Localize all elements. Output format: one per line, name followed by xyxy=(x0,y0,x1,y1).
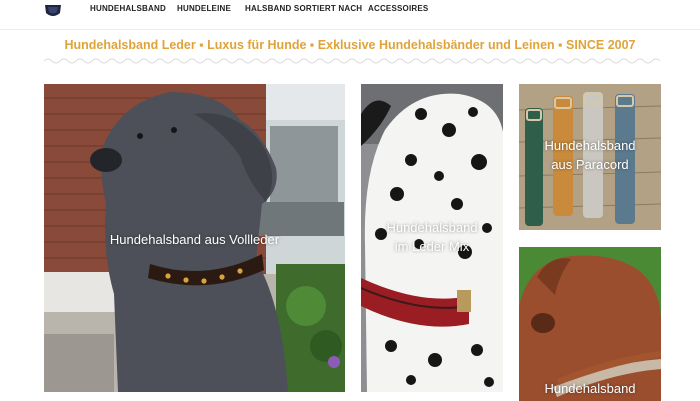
category-tile-vollleder[interactable]: Hundehalsband aus Vollleder xyxy=(44,84,345,392)
tile-label-paracord-line2: aus Paracord xyxy=(551,157,629,172)
logo-icon[interactable] xyxy=(42,2,64,20)
category-tile-paracord[interactable]: Hundehalsband aus Paracord xyxy=(519,84,661,230)
nav-item-accessoires[interactable]: ACCESSOIRES xyxy=(368,4,428,13)
wave-divider xyxy=(44,58,661,64)
tile-label-hundehalsband: Hundehalsband xyxy=(544,381,636,396)
tile-label-leder-mix: Hundehalsband im Leder Mix xyxy=(361,218,503,256)
tile-label-leder-mix-line2: im Leder Mix xyxy=(394,239,470,254)
category-tile-leder-mix[interactable]: Hundehalsband im Leder Mix xyxy=(361,84,503,392)
brown-dog-photo xyxy=(519,247,661,401)
tile-label-paracord-line1: Hundehalsband xyxy=(544,138,636,153)
site-tagline: Hundehalsband Leder ▪ Luxus für Hunde ▪ … xyxy=(64,38,636,52)
nav-item-halsband-sortiert-nach[interactable]: HALSBAND SORTIERT NACH xyxy=(245,4,362,13)
main-navigation: HUNDEHALSBAND HUNDELEINE HALSBAND SORTIE… xyxy=(0,0,700,30)
nav-item-hundeleine[interactable]: HUNDELEINE xyxy=(177,4,231,13)
nav-item-hundehalsband[interactable]: HUNDEHALSBAND xyxy=(90,4,166,13)
category-tile-hundehalsband[interactable]: Hundehalsband xyxy=(519,247,661,401)
tile-label-vollleder: Hundehalsband aus Vollleder xyxy=(109,232,280,247)
tile-label-paracord: Hundehalsband aus Paracord xyxy=(519,136,661,174)
tile-label-leder-mix-line1: Hundehalsband xyxy=(386,220,478,235)
